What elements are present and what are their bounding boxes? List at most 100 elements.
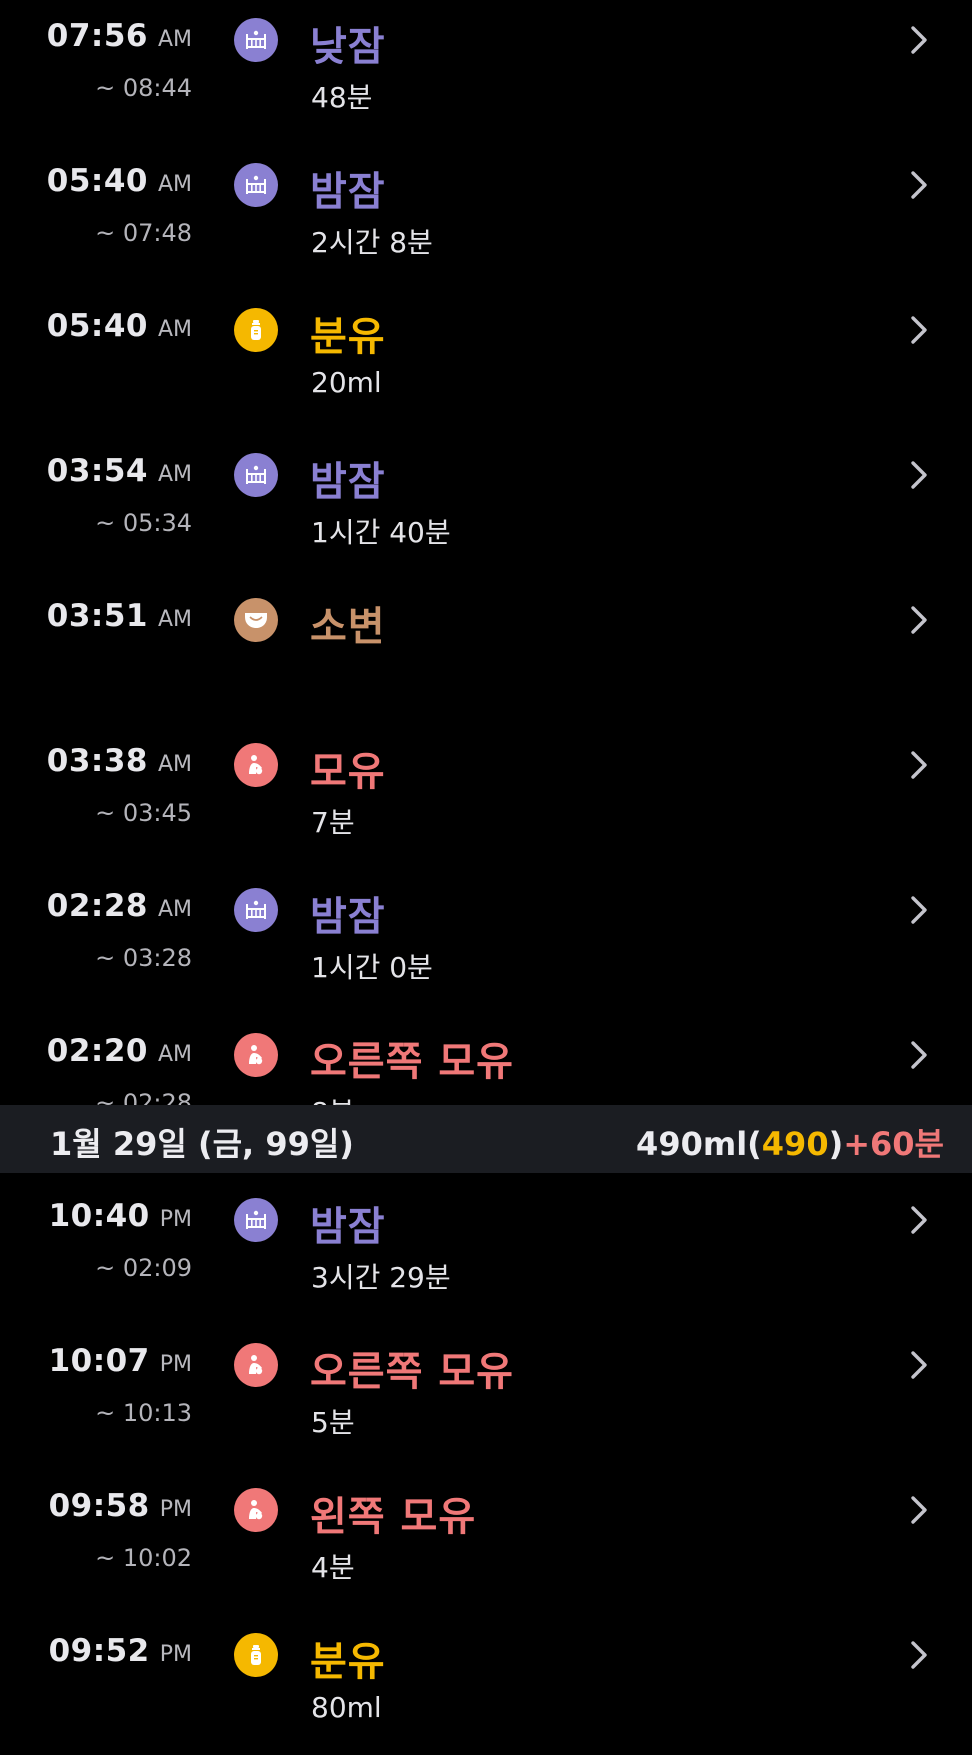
entry-ampm: PM [159, 1642, 192, 1667]
entry-ampm: AM [157, 27, 192, 52]
entry-ampm: AM [157, 607, 192, 632]
entry-time: 02:28 [46, 888, 148, 924]
timeline-entry-breast[interactable]: 03:38 AM ~ 03:45 모유 7분 [0, 725, 972, 865]
entry-detail: 2시간 8분 [311, 226, 433, 259]
chevron-right-icon[interactable] [904, 600, 934, 640]
breastfeeding-icon [234, 1343, 278, 1387]
entry-time: 10:07 [48, 1343, 150, 1379]
timeline-entry-formula[interactable]: 09:52 PM 분유 80ml [0, 1615, 972, 1755]
breastfeeding-icon [234, 1488, 278, 1532]
entry-ampm: AM [157, 1042, 192, 1067]
entry-start-time: 10:07 PM [0, 1343, 192, 1379]
entry-start-time: 03:51 AM [0, 598, 192, 634]
chevron-right-icon[interactable] [904, 1490, 934, 1530]
summary-paren-open: ( [747, 1125, 762, 1163]
entry-title: 낮잠 [310, 24, 386, 70]
chevron-right-icon[interactable] [904, 1345, 934, 1385]
chevron-right-icon[interactable] [904, 310, 934, 350]
entry-ampm: AM [157, 172, 192, 197]
entry-time: 03:38 [46, 743, 148, 779]
entry-title: 밤잠 [310, 169, 386, 215]
entry-start-time: 02:28 AM [0, 888, 192, 924]
entry-ampm: AM [157, 752, 192, 777]
crib-icon [234, 163, 278, 207]
entry-title: 밤잠 [310, 1204, 386, 1250]
chevron-right-icon[interactable] [904, 1635, 934, 1675]
entry-start-time: 03:38 AM [0, 743, 192, 779]
date-header-summary: 490ml(490)+60분 [636, 1119, 944, 1165]
entry-end-time: ~ 10:13 [95, 1399, 192, 1427]
entry-time: 02:20 [46, 1033, 148, 1069]
entry-end-time: ~ 03:28 [95, 944, 192, 972]
entry-detail: 7분 [311, 806, 355, 839]
entry-title: 분유 [310, 314, 386, 360]
entry-title: 밤잠 [310, 894, 386, 940]
chevron-right-icon[interactable] [904, 455, 934, 495]
entry-start-time: 03:54 AM [0, 453, 192, 489]
chevron-right-icon[interactable] [904, 890, 934, 930]
entry-start-time: 02:20 AM [0, 1033, 192, 1069]
timeline-entry-sleep[interactable]: 07:56 AM ~ 08:44 낮잠 48분 [0, 0, 972, 140]
entry-detail: 20ml [311, 366, 382, 399]
entry-title: 소변 [310, 604, 386, 650]
entry-time: 05:40 [46, 308, 148, 344]
timeline-entry-formula[interactable]: 05:40 AM 분유 20ml [0, 290, 972, 430]
entry-ampm: AM [157, 462, 192, 487]
entry-end-time: ~ 08:44 [95, 74, 192, 102]
crib-icon [234, 888, 278, 932]
entry-time: 05:40 [46, 163, 148, 199]
timeline-entry-sleep[interactable]: 10:40 PM ~ 02:09 밤잠 3시간 29분 [0, 1180, 972, 1320]
entry-start-time: 07:56 AM [0, 18, 192, 54]
entry-title: 분유 [310, 1639, 386, 1685]
timeline-entry-breast[interactable]: 09:58 PM ~ 10:02 왼쪽 모유 4분 [0, 1470, 972, 1610]
summary-breast: +60분 [843, 1125, 944, 1163]
entry-start-time: 09:58 PM [0, 1488, 192, 1524]
entry-title: 왼쪽 모유 [310, 1494, 477, 1540]
entry-end-time: ~ 02:09 [95, 1254, 192, 1282]
entry-ampm: PM [159, 1207, 192, 1232]
diaper-icon [234, 598, 278, 642]
entry-ampm: AM [157, 897, 192, 922]
summary-total: 490ml [636, 1125, 748, 1163]
bottle-icon [234, 1633, 278, 1677]
summary-formula: 490 [761, 1125, 829, 1163]
entry-start-time: 05:40 AM [0, 308, 192, 344]
entry-start-time: 05:40 AM [0, 163, 192, 199]
chevron-right-icon[interactable] [904, 165, 934, 205]
entry-start-time: 10:40 PM [0, 1198, 192, 1234]
timeline-entry-breast[interactable]: 10:07 PM ~ 10:13 오른쪽 모유 5분 [0, 1325, 972, 1465]
chevron-right-icon[interactable] [904, 20, 934, 60]
timeline-entry-urine[interactable]: 03:51 AM 소변 [0, 580, 972, 720]
timeline-entry-sleep[interactable]: 03:54 AM ~ 05:34 밤잠 1시간 40분 [0, 435, 972, 575]
entry-detail: 4분 [311, 1551, 355, 1584]
entry-time: 09:52 [48, 1633, 150, 1669]
crib-icon [234, 18, 278, 62]
entry-ampm: PM [159, 1352, 192, 1377]
entry-time: 09:58 [48, 1488, 150, 1524]
timeline-entry-sleep[interactable]: 05:40 AM ~ 07:48 밤잠 2시간 8분 [0, 145, 972, 285]
entry-title: 오른쪽 모유 [310, 1349, 514, 1395]
entry-ampm: PM [159, 1497, 192, 1522]
entry-detail: 1시간 0분 [311, 951, 433, 984]
entry-start-time: 09:52 PM [0, 1633, 192, 1669]
entry-end-time: ~ 10:02 [95, 1544, 192, 1572]
breastfeeding-icon [234, 743, 278, 787]
entry-time: 07:56 [46, 18, 148, 54]
timeline-entry-sleep[interactable]: 02:28 AM ~ 03:28 밤잠 1시간 0분 [0, 870, 972, 1010]
bottle-icon [234, 308, 278, 352]
entry-end-time: ~ 03:45 [95, 799, 192, 827]
entry-end-time: ~ 07:48 [95, 219, 192, 247]
entry-detail: 5분 [311, 1406, 355, 1439]
date-header-date: 1월 29일 (금, 99일) [50, 1125, 354, 1163]
entry-detail: 1시간 40분 [311, 516, 451, 549]
breastfeeding-icon [234, 1033, 278, 1077]
chevron-right-icon[interactable] [904, 745, 934, 785]
entry-time: 03:54 [46, 453, 148, 489]
entry-time: 10:40 [48, 1198, 150, 1234]
entry-time: 03:51 [46, 598, 148, 634]
chevron-right-icon[interactable] [904, 1200, 934, 1240]
entry-end-time: ~ 05:34 [95, 509, 192, 537]
entry-title: 밤잠 [310, 459, 386, 505]
entry-detail: 80ml [311, 1691, 382, 1724]
chevron-right-icon[interactable] [904, 1035, 934, 1075]
